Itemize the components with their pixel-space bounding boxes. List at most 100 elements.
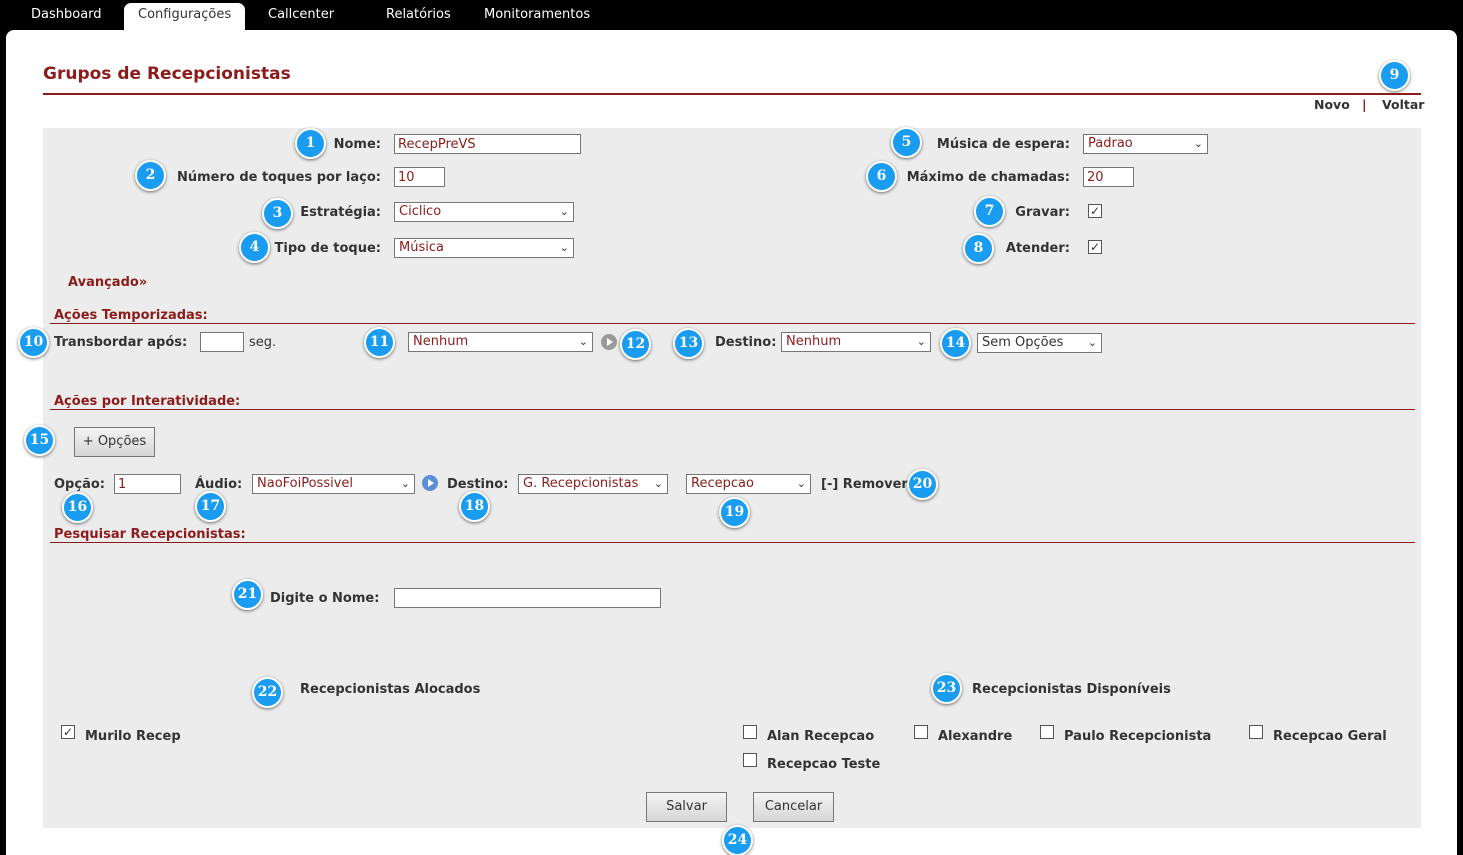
timed-dest-select[interactable]: Nenhum ⌄ — [781, 332, 931, 352]
available-title: Recepcionistas Disponíveis — [972, 682, 1171, 697]
max-chamadas-input[interactable] — [1083, 167, 1134, 187]
available-item: Alan Recepcao — [767, 729, 875, 744]
estrategia-select[interactable]: Ciclico ⌄ — [394, 202, 574, 222]
available-item: Paulo Recepcionista — [1064, 729, 1212, 744]
estrategia-value: Ciclico — [399, 204, 442, 219]
timed-options-value: Sem Opções — [982, 335, 1064, 350]
chevron-down-icon: ⌄ — [559, 241, 569, 254]
available-item: Recepcao Teste — [767, 757, 881, 772]
callout-badge: 10 — [18, 327, 49, 358]
callout-badge: 22 — [252, 677, 283, 708]
available-item: Alexandre — [938, 729, 1013, 744]
tab-dashboard[interactable]: Dashboard — [17, 3, 116, 30]
available-checkbox[interactable] — [1249, 725, 1263, 739]
callout-badge: 19 — [719, 497, 750, 528]
available-checkbox[interactable] — [743, 753, 757, 767]
search-name-label: Digite o Nome: — [270, 591, 380, 606]
chevron-down-icon: ⌄ — [578, 335, 588, 348]
callout-badge: 17 — [195, 491, 226, 522]
callout-badge: 7 — [974, 196, 1005, 227]
callout-badge: 13 — [673, 328, 704, 359]
page-title: Grupos de Recepcionistas — [43, 64, 291, 84]
callout-badge: 8 — [963, 233, 994, 264]
interactive-actions-divider — [50, 409, 1415, 410]
callout-badge: 21 — [232, 579, 263, 610]
interactive-dest-value: G. Recepcionistas — [523, 476, 639, 491]
callout-badge: 24 — [722, 825, 753, 855]
callout-badge: 12 — [620, 329, 651, 360]
callout-badge: 11 — [364, 327, 395, 358]
timed-options-select[interactable]: Sem Opções ⌄ — [977, 333, 1102, 353]
callout-badge: 20 — [907, 469, 938, 500]
chevron-down-icon: ⌄ — [400, 477, 410, 490]
tipo-toque-select[interactable]: Música ⌄ — [394, 238, 574, 258]
max-chamadas-label: Máximo de chamadas: — [906, 170, 1070, 185]
top-nav: Dashboard Configurações Callcenter Relat… — [0, 0, 1463, 30]
option-input[interactable] — [114, 474, 181, 494]
callout-badge: 1 — [295, 128, 326, 159]
tipo-toque-label: Tipo de toque: — [274, 241, 381, 256]
toques-label: Número de toques por laço: — [176, 170, 381, 185]
chevron-down-icon: ⌄ — [796, 477, 806, 490]
audio-select[interactable]: NaoFoiPossivel ⌄ — [252, 474, 415, 494]
interactive-dest-select[interactable]: G. Recepcionistas ⌄ — [518, 474, 668, 494]
advanced-link[interactable]: Avançado» — [68, 275, 147, 290]
search-divider — [50, 542, 1415, 543]
tab-callcenter[interactable]: Callcenter — [254, 3, 348, 30]
gravar-label: Gravar: — [1015, 205, 1070, 220]
callout-badge: 16 — [62, 492, 93, 523]
musica-espera-select[interactable]: Padrao ⌄ — [1083, 134, 1208, 154]
allocated-title: Recepcionistas Alocados — [300, 682, 481, 697]
callout-badge: 14 — [940, 328, 971, 359]
add-options-button[interactable]: + Opções — [74, 427, 155, 457]
interactive-target-value: Recepcao — [691, 476, 754, 491]
callout-badge: 5 — [891, 127, 922, 158]
chevron-down-icon: ⌄ — [1087, 336, 1097, 349]
allocated-checkbox[interactable]: ✓ — [61, 725, 75, 739]
interactive-target-select[interactable]: Recepcao ⌄ — [686, 474, 811, 494]
timed-action-select[interactable]: Nenhum ⌄ — [408, 332, 593, 352]
atender-label: Atender: — [1005, 241, 1070, 256]
callout-badge: 18 — [459, 491, 490, 522]
timed-dest-value: Nenhum — [786, 334, 842, 349]
callout-badge: 15 — [24, 425, 55, 456]
chevron-down-icon: ⌄ — [653, 477, 663, 490]
available-checkbox[interactable] — [1040, 725, 1054, 739]
nome-label: Nome: — [333, 137, 381, 152]
atender-checkbox[interactable]: ✓ — [1088, 240, 1102, 254]
cancel-button[interactable]: Cancelar — [753, 792, 834, 822]
back-link[interactable]: Voltar — [1382, 97, 1424, 112]
callout-badge: 23 — [931, 673, 962, 704]
tipo-toque-value: Música — [399, 240, 444, 255]
musica-espera-label: Música de espera: — [936, 137, 1070, 152]
tab-monitoramentos[interactable]: Monitoramentos — [470, 3, 604, 30]
play-icon[interactable] — [422, 475, 438, 491]
allocated-item: Murilo Recep — [85, 729, 181, 744]
gravar-checkbox[interactable]: ✓ — [1088, 204, 1102, 218]
search-name-input[interactable] — [394, 588, 661, 608]
callout-badge: 3 — [262, 198, 293, 229]
callout-badge: 6 — [866, 161, 897, 192]
callout-badge: 9 — [1379, 60, 1410, 91]
timed-actions-divider — [50, 323, 1415, 324]
estrategia-label: Estratégia: — [300, 205, 381, 220]
musica-espera-value: Padrao — [1088, 136, 1133, 151]
interactive-dest-label: Destino: — [447, 477, 509, 492]
remove-link[interactable]: [-] Remover — [821, 477, 908, 492]
available-checkbox[interactable] — [743, 725, 757, 739]
overflow-input[interactable] — [200, 332, 244, 352]
option-label: Opção: — [54, 477, 105, 492]
save-button[interactable]: Salvar — [646, 792, 727, 822]
tab-relatorios[interactable]: Relatórios — [372, 3, 465, 30]
nome-input[interactable] — [394, 134, 581, 154]
play-icon[interactable] — [601, 334, 617, 350]
overflow-unit: seg. — [249, 335, 277, 350]
chevron-down-icon: ⌄ — [559, 205, 569, 218]
new-link[interactable]: Novo — [1314, 97, 1350, 112]
timed-action-value: Nenhum — [413, 334, 469, 349]
toques-input[interactable] — [394, 167, 445, 187]
overflow-label: Transbordar após: — [54, 335, 188, 350]
callout-badge: 2 — [135, 160, 166, 191]
tab-configuracoes[interactable]: Configurações — [124, 3, 246, 30]
available-checkbox[interactable] — [914, 725, 928, 739]
